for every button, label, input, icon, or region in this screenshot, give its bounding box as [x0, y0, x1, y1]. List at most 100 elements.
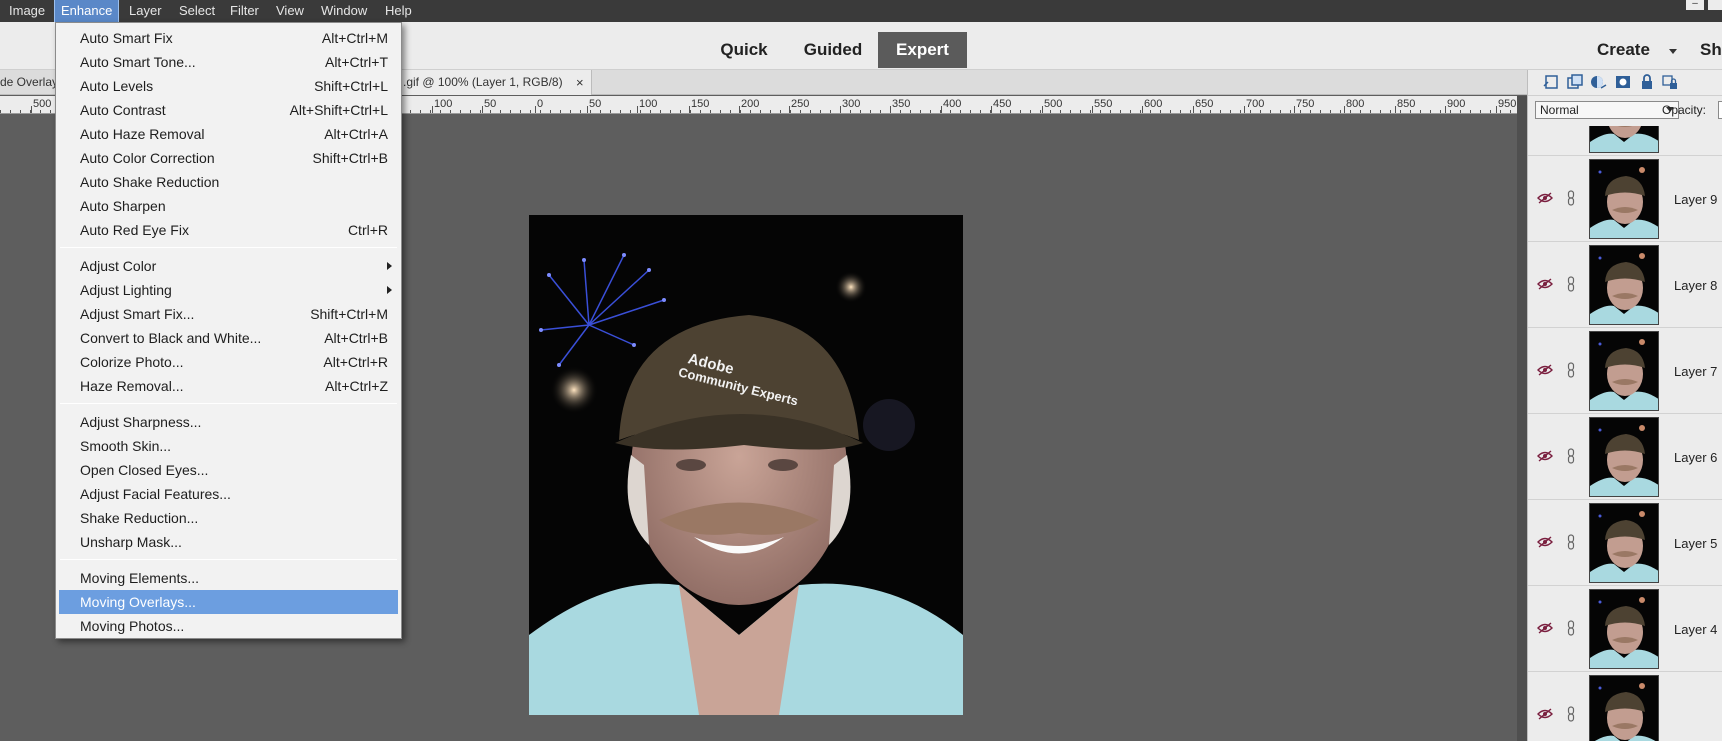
visibility-hidden-icon[interactable]: [1537, 192, 1553, 204]
menu-enhance[interactable]: Enhance: [53, 0, 120, 23]
blend-mode-value: Normal: [1540, 103, 1579, 117]
ruler-minor-tick: [940, 110, 941, 113]
visibility-hidden-icon[interactable]: [1537, 622, 1553, 634]
menu-item[interactable]: Unsharp Mask...: [59, 530, 398, 554]
menu-item[interactable]: Auto Color Correction Shift+Ctrl+B: [59, 146, 398, 170]
menu-item[interactable]: Auto Levels Shift+Ctrl+L: [59, 74, 398, 98]
menu-window[interactable]: Window: [315, 0, 373, 22]
layer-row[interactable]: Layer 5: [1528, 500, 1722, 586]
ruler-minor-tick: [730, 110, 731, 113]
menu-help[interactable]: Help: [379, 0, 418, 22]
ruler-minor-tick: [1030, 110, 1031, 113]
link-icon[interactable]: [1567, 620, 1575, 636]
menu-item-label: Open Closed Eyes...: [80, 462, 209, 478]
menu-item[interactable]: Shake Reduction...: [59, 506, 398, 530]
menu-image[interactable]: Image: [3, 0, 51, 22]
layer-row[interactable]: Layer 10: [1528, 126, 1722, 156]
blend-mode-select[interactable]: Normal: [1535, 101, 1679, 119]
maximize-icon[interactable]: [1708, 0, 1722, 10]
tab-title: .gif @ 100% (Layer 1, RGB/8): [403, 75, 563, 89]
menu-view[interactable]: View: [270, 0, 310, 22]
layer-row[interactable]: Layer 4: [1528, 586, 1722, 672]
menu-separator: [60, 403, 397, 404]
menu-select[interactable]: Select: [173, 0, 221, 22]
new-layer-icon[interactable]: [1542, 73, 1560, 91]
ruler-minor-tick: [10, 110, 11, 113]
menu-item[interactable]: Adjust Color: [59, 254, 398, 278]
layer-row[interactable]: Layer 6: [1528, 414, 1722, 500]
ruler-minor-tick: [1250, 110, 1251, 113]
menu-item[interactable]: Auto Shake Reduction: [59, 170, 398, 194]
menu-item-shortcut: Alt+Ctrl+M: [321, 30, 388, 46]
menu-item[interactable]: Moving Photos...: [59, 614, 398, 638]
share-button[interactable]: Sh: [1700, 32, 1722, 68]
new-group-icon[interactable]: [1566, 73, 1584, 91]
menu-item[interactable]: Adjust Sharpness...: [59, 410, 398, 434]
close-icon[interactable]: ×: [576, 70, 584, 95]
menu-layer[interactable]: Layer: [123, 0, 168, 22]
ruler-minor-tick: [630, 110, 631, 113]
menu-item[interactable]: Smooth Skin...: [59, 434, 398, 458]
visibility-hidden-icon[interactable]: [1537, 708, 1553, 720]
menu-item-shortcut: Alt+Ctrl+T: [324, 54, 388, 70]
layer-mask-icon[interactable]: [1614, 73, 1632, 91]
link-icon[interactable]: [1567, 448, 1575, 464]
ruler-minor-tick: [1160, 110, 1161, 113]
chevron-down-icon[interactable]: [1669, 49, 1677, 54]
menu-item-label: Auto Color Correction: [80, 150, 215, 166]
layers-toolbar: [1528, 70, 1722, 96]
minimize-icon[interactable]: –: [1686, 0, 1704, 10]
layer-row[interactable]: [1528, 672, 1722, 741]
ruler-minor-tick: [1120, 110, 1121, 113]
mode-expert[interactable]: Expert: [878, 32, 967, 68]
link-icon[interactable]: [1567, 190, 1575, 206]
visibility-hidden-icon[interactable]: [1537, 364, 1553, 376]
tab-document-active[interactable]: .gif @ 100% (Layer 1, RGB/8): [398, 70, 592, 95]
lock-icon[interactable]: [1638, 73, 1656, 91]
menu-item[interactable]: Moving Elements...: [59, 566, 398, 590]
menu-item[interactable]: Auto Red Eye Fix Ctrl+R: [59, 218, 398, 242]
mode-quick[interactable]: Quick: [713, 32, 775, 68]
link-icon[interactable]: [1567, 362, 1575, 378]
menu-item[interactable]: Open Closed Eyes...: [59, 458, 398, 482]
layer-row[interactable]: Layer 9: [1528, 156, 1722, 242]
layers-list: Layer 10 Layer 9 Layer 8 Layer 7 Layer 6 Laye…: [1528, 126, 1722, 741]
vertical-scrollbar[interactable]: [1517, 96, 1527, 741]
layer-row[interactable]: Layer 7: [1528, 328, 1722, 414]
mode-guided[interactable]: Guided: [800, 32, 866, 68]
submenu-arrow-icon: [387, 286, 392, 294]
ruler-label: 700: [1246, 98, 1265, 110]
menu-item[interactable]: Convert to Black and White... Alt+Ctrl+B: [59, 326, 398, 350]
menu-item[interactable]: Adjust Lighting: [59, 278, 398, 302]
lock-transparency-icon[interactable]: [1661, 73, 1679, 91]
ruler-minor-tick: [990, 110, 991, 113]
link-icon[interactable]: [1567, 534, 1575, 550]
menu-item[interactable]: Auto Smart Fix Alt+Ctrl+M: [59, 26, 398, 50]
menu-item[interactable]: Moving Overlays...: [59, 590, 398, 614]
visibility-hidden-icon[interactable]: [1537, 450, 1553, 462]
menu-item[interactable]: Auto Sharpen: [59, 194, 398, 218]
menu-filter[interactable]: Filter: [224, 0, 265, 22]
create-button[interactable]: Create: [1597, 32, 1650, 68]
ruler-tick: [482, 106, 483, 113]
menu-item-shortcut: Alt+Ctrl+A: [324, 126, 388, 142]
adjustment-layer-icon[interactable]: [1589, 73, 1607, 91]
document-image[interactable]: Adobe Community Experts: [529, 215, 963, 715]
tab-document-1[interactable]: de Overlay: [0, 70, 58, 95]
menu-item[interactable]: Haze Removal... Alt+Ctrl+Z: [59, 374, 398, 398]
menu-item[interactable]: Colorize Photo... Alt+Ctrl+R: [59, 350, 398, 374]
ruler-minor-tick: [1370, 110, 1371, 113]
menu-item[interactable]: Adjust Facial Features...: [59, 482, 398, 506]
link-icon[interactable]: [1567, 276, 1575, 292]
visibility-hidden-icon[interactable]: [1537, 536, 1553, 548]
link-icon[interactable]: [1567, 706, 1575, 722]
layer-row[interactable]: Layer 8: [1528, 242, 1722, 328]
menu-item[interactable]: Adjust Smart Fix... Shift+Ctrl+M: [59, 302, 398, 326]
menu-item[interactable]: Auto Smart Tone... Alt+Ctrl+T: [59, 50, 398, 74]
visibility-hidden-icon[interactable]: [1537, 278, 1553, 290]
menu-item[interactable]: Auto Contrast Alt+Shift+Ctrl+L: [59, 98, 398, 122]
ruler-minor-tick: [20, 110, 21, 113]
ruler-minor-tick: [1450, 110, 1451, 113]
menu-item[interactable]: Auto Haze Removal Alt+Ctrl+A: [59, 122, 398, 146]
opacity-input[interactable]: [1718, 101, 1722, 119]
